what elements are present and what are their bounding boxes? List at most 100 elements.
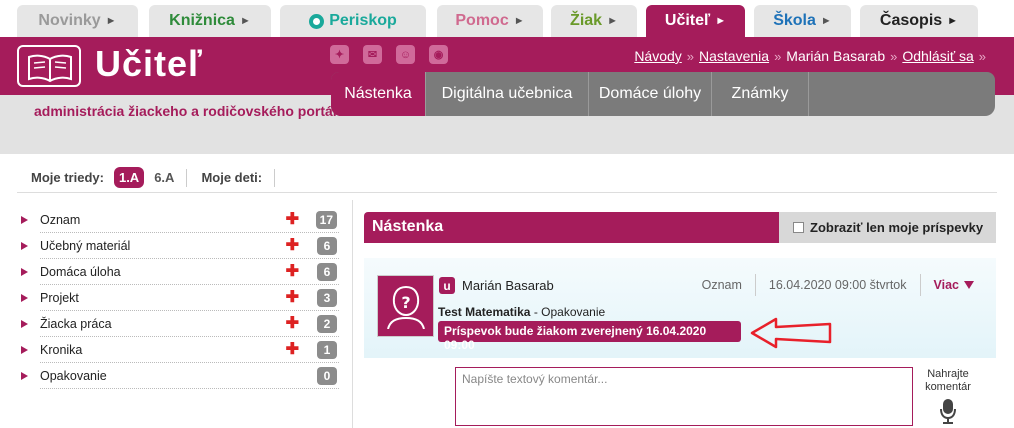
separator: » [890, 48, 898, 64]
count-badge: 6 [317, 237, 337, 255]
add-icon[interactable]: ✚ [286, 212, 299, 228]
add-icon[interactable]: ✚ [286, 290, 299, 306]
own-posts-checkbox[interactable] [793, 222, 804, 233]
bullet-icon [21, 294, 28, 302]
caret-down-icon[interactable] [964, 281, 974, 289]
board-header: Nástenka Zobraziť len moje príspevky [364, 212, 996, 243]
nav-domace-ulohy[interactable]: Domáce úlohy [589, 72, 712, 116]
class-1a[interactable]: 1.A [113, 167, 145, 188]
broadcast-icon[interactable]: ◉ [429, 45, 448, 64]
add-icon[interactable]: ✚ [286, 342, 299, 358]
count-badge: 17 [315, 211, 337, 229]
list-item[interactable]: Opakovanie 0 [17, 363, 339, 389]
list-item[interactable]: Domáca úloha ✚ 6 [17, 259, 339, 285]
tab-label: Škola [773, 12, 816, 29]
separator: » [978, 48, 986, 64]
nav-znamky[interactable]: Známky [712, 72, 809, 116]
tab-label: Časopis [879, 12, 943, 29]
page: Novinky ► Knižnica ► Periskop Pomoc ► Žiak ►… [0, 0, 1014, 428]
bullet-icon [21, 346, 28, 354]
post-card: ? u Marián Basarab Oznam 16.04.2020 09:0… [364, 258, 996, 358]
arrow-right-icon: ► [239, 15, 251, 27]
list-item[interactable]: Učebný materiál ✚ 6 [17, 233, 339, 259]
arrow-right-icon: ► [513, 15, 525, 27]
list-item[interactable]: Kronika ✚ 1 [17, 337, 339, 363]
tab-pomoc[interactable]: Pomoc ► [437, 5, 543, 37]
chat-icon[interactable]: ☺ [396, 45, 415, 64]
divider [186, 168, 188, 187]
board-title: Nástenka [372, 218, 444, 235]
tab-label: Novinky [38, 12, 101, 29]
more-button[interactable]: Viac [934, 278, 960, 292]
header-band: Učiteľ ✦ ✉ ☺ ◉ Návody » Nastavenia » Mar… [0, 37, 1014, 116]
tab-label: Periskop [329, 12, 397, 29]
microphone-icon[interactable] [939, 398, 957, 424]
post-meta: Oznam 16.04.2020 09:00 štvrtok Viac [702, 274, 974, 296]
annotation-arrow-icon [750, 317, 832, 349]
publish-note: Príspevok bude žiakom zverejnený 16.04.2… [438, 321, 741, 352]
voice-label: Nahrajte komentár [925, 368, 971, 393]
header-icons: ✦ ✉ ☺ ◉ [330, 45, 448, 64]
book-logo-icon [17, 45, 81, 87]
category-label[interactable]: Opakovanie [40, 363, 339, 389]
count-badge: 6 [317, 263, 337, 281]
add-icon[interactable]: ✚ [286, 238, 299, 254]
post-author: Marián Basarab [462, 278, 554, 293]
header-subtitle: administrácia žiackeho a rodičovského po… [34, 103, 346, 119]
tab-label: Knižnica [169, 12, 235, 29]
comment-input[interactable] [456, 368, 912, 425]
column-divider [352, 200, 353, 428]
current-user: Marián Basarab [786, 48, 886, 64]
bullet-icon [21, 320, 28, 328]
list-item[interactable]: Oznam ✚ 17 [17, 207, 339, 233]
class-6a[interactable]: 6.A [154, 170, 174, 185]
logout-link[interactable]: Odhlásiť sa [902, 48, 973, 64]
tab-ucitel[interactable]: Učiteľ ► [646, 5, 745, 37]
list-item[interactable]: Projekt ✚ 3 [17, 285, 339, 311]
classes-label: Moje triedy: [31, 170, 104, 185]
nav-digitalna-ucebnica[interactable]: Digitálna učebnica [426, 72, 589, 116]
divider [274, 168, 276, 187]
navody-link[interactable]: Návody [634, 48, 681, 64]
main-nav: Nástenka Digitálna učebnica Domáce úlohy… [331, 72, 995, 116]
tab-label: Učiteľ [664, 12, 711, 29]
divider [919, 274, 921, 296]
tab-skola[interactable]: Škola ► [754, 5, 851, 37]
lightbulb-icon[interactable]: ✦ [330, 45, 349, 64]
count-badge: 3 [317, 289, 337, 307]
periscope-icon [309, 13, 325, 29]
tab-label: Žiak [570, 12, 603, 29]
tab-periskop[interactable]: Periskop [280, 5, 426, 37]
top-links: Návody » Nastavenia » Marián Basarab » O… [634, 48, 986, 64]
svg-text:?: ? [401, 293, 410, 312]
count-badge: 0 [317, 367, 337, 385]
bullet-icon [21, 372, 28, 380]
mail-icon[interactable]: ✉ [363, 45, 382, 64]
add-icon[interactable]: ✚ [286, 316, 299, 332]
avatar: ? [377, 275, 434, 337]
tab-casopis[interactable]: Časopis ► [860, 5, 978, 37]
bullet-icon [21, 216, 28, 224]
list-item[interactable]: Žiacka práca ✚ 2 [17, 311, 339, 337]
tab-kniznica[interactable]: Knižnica ► [149, 5, 271, 37]
nav-nastenka[interactable]: Nástenka [331, 72, 426, 116]
arrow-right-icon: ► [105, 15, 117, 27]
header: Učiteľ ✦ ✉ ☺ ◉ Návody » Nastavenia » Mar… [0, 37, 1014, 154]
tab-novinky[interactable]: Novinky ► [17, 5, 138, 37]
bullet-icon [21, 242, 28, 250]
add-icon[interactable]: ✚ [286, 264, 299, 280]
arrow-right-icon: ► [715, 15, 727, 27]
post-datetime: 16.04.2020 09:00 štvrtok [768, 278, 907, 292]
tab-ziak[interactable]: Žiak ► [551, 5, 637, 37]
nastavenia-link[interactable]: Nastavenia [699, 48, 769, 64]
voice-comment-button[interactable]: Nahrajte komentár [922, 368, 974, 428]
arrow-right-icon: ► [947, 15, 959, 27]
comment-field[interactable] [455, 367, 913, 426]
divider [754, 274, 756, 296]
post-type: Oznam [701, 278, 742, 292]
subject-suffix: - Opakovanie [530, 305, 606, 319]
children-label: Moje deti: [201, 170, 263, 185]
filter-own-posts[interactable]: Zobraziť len moje príspevky [779, 212, 996, 243]
category-list: Oznam ✚ 17 Učebný materiál ✚ 6 Domáca úloha ✚… [17, 207, 339, 389]
tab-label: Pomoc [455, 12, 509, 29]
